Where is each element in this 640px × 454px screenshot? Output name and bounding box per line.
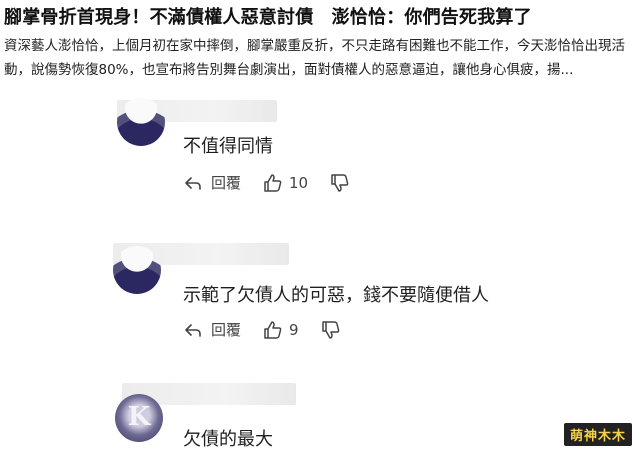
news-summary: 資深藝人澎恰恰，上個月初在家中摔倒，腳掌嚴重反折，不只走路有困難也不能工作，今天… xyxy=(4,38,625,78)
user-avatar[interactable]: K xyxy=(115,394,163,442)
thumbs-down-icon[interactable] xyxy=(321,320,341,340)
reply-icon[interactable] xyxy=(183,320,203,340)
comment-text: 不值得同情 xyxy=(183,136,273,157)
thumbs-up-icon[interactable] xyxy=(263,320,283,340)
user-avatar[interactable] xyxy=(117,98,165,146)
news-headline[interactable]: 腳掌骨折首現身！不滿債權人惡意討債 澎恰恰：你們告死我算了 xyxy=(4,3,636,29)
like-count: 9 xyxy=(289,320,299,339)
watermark: 萌神木木 xyxy=(563,423,632,446)
reply-button[interactable]: 回覆 xyxy=(211,319,241,340)
comment-actions: 回覆 9 xyxy=(183,319,341,340)
reply-icon[interactable] xyxy=(183,173,203,193)
comment-text: 示範了欠債人的可惡，錢不要隨便借人 xyxy=(183,285,489,306)
thumbs-down-icon[interactable] xyxy=(330,173,350,193)
reply-button[interactable]: 回覆 xyxy=(211,172,241,193)
thumbs-up-icon[interactable] xyxy=(263,173,283,193)
user-avatar[interactable] xyxy=(113,246,161,294)
like-count: 10 xyxy=(289,173,309,192)
comment-text: 欠債的最大 xyxy=(183,429,273,450)
comment-actions: 回覆 10 xyxy=(183,172,350,193)
